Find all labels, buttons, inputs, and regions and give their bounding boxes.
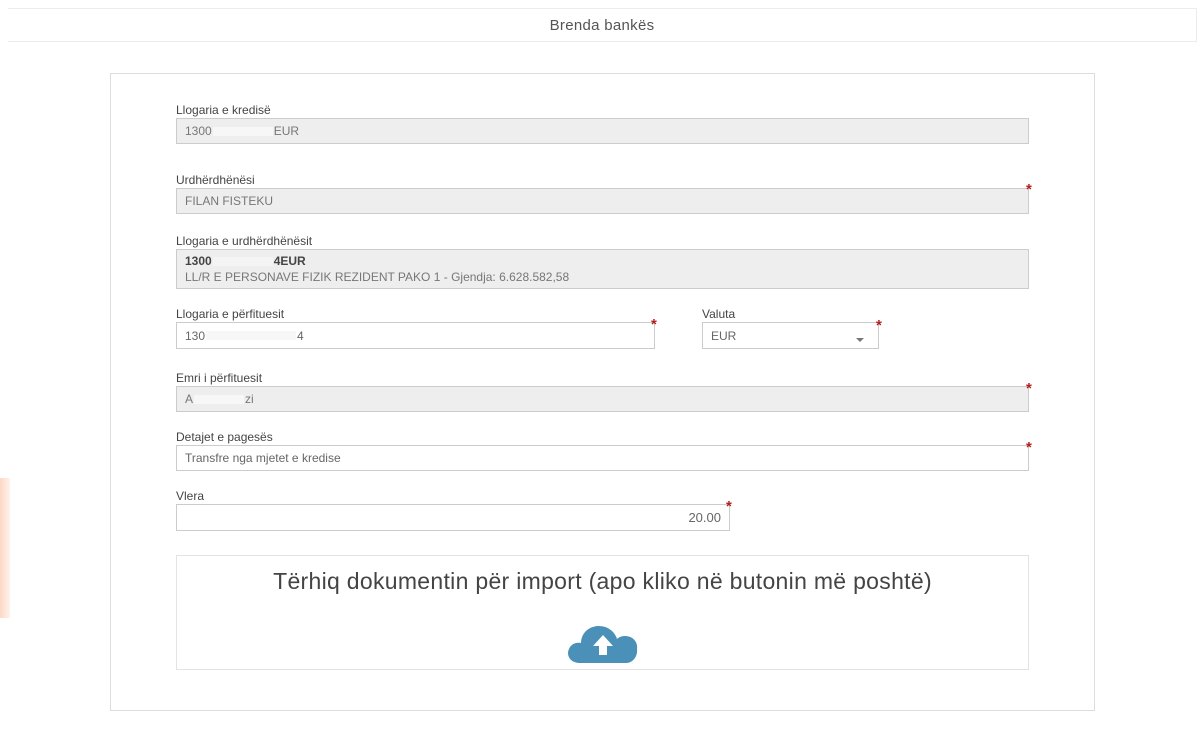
redaction-mask <box>194 394 245 404</box>
document-dropzone[interactable]: Tërhiq dokumentin për import (apo kliko … <box>176 555 1029 670</box>
payer-account-select[interactable]: 1300 4EUR LL/R E PERSONAVE FIZIK REZIDENT… <box>176 249 1029 289</box>
currency-select[interactable]: EUR <box>702 322 879 349</box>
tab-brenda-bankes[interactable]: Brenda bankës <box>8 8 1197 42</box>
beneficiary-account-label: Llogaria e përfituesit <box>176 307 285 321</box>
payer-label: Urdhërdhënësi <box>176 173 255 187</box>
required-marker: * <box>876 317 882 334</box>
redaction-mask <box>212 126 273 136</box>
beneficiary-name-field: Azi <box>176 386 1029 412</box>
cloud-upload-icon[interactable] <box>566 624 640 664</box>
amount-input[interactable]: 20.00 <box>176 504 730 531</box>
redaction-mask <box>206 331 297 340</box>
payer-account-balance: LL/R E PERSONAVE FIZIK REZIDENT PAKO 1 -… <box>185 270 570 284</box>
payment-details-label: Detajet e pagesës <box>176 430 273 444</box>
redaction-mask <box>212 257 273 267</box>
required-marker: * <box>1026 181 1032 198</box>
beneficiary-account-input[interactable]: 130 4 <box>176 322 655 349</box>
dropzone-text: Tërhiq dokumentin për import (apo kliko … <box>273 568 932 594</box>
required-marker: * <box>1026 380 1032 397</box>
payer-account-label: Llogaria e urdhërdhënësit <box>176 234 313 248</box>
required-marker: * <box>726 498 732 515</box>
currency-label: Valuta <box>702 307 736 321</box>
amount-label: Vlera <box>176 489 205 503</box>
payment-details-input[interactable]: Transfre nga mjetet e kredise <box>176 445 1029 471</box>
left-edge-accent <box>0 478 10 618</box>
required-marker: * <box>651 316 657 333</box>
beneficiary-name-label: Emri i përfituesit <box>176 371 263 385</box>
required-marker: * <box>1026 439 1032 456</box>
chevron-down-icon <box>856 338 864 342</box>
page-title: Brenda bankës <box>549 16 655 34</box>
payer-field: FILAN FISTEKU <box>176 188 1029 214</box>
credit-account-label: Llogaria e kredisë <box>176 103 271 117</box>
credit-account-field: 1300 EUR <box>176 118 1029 144</box>
